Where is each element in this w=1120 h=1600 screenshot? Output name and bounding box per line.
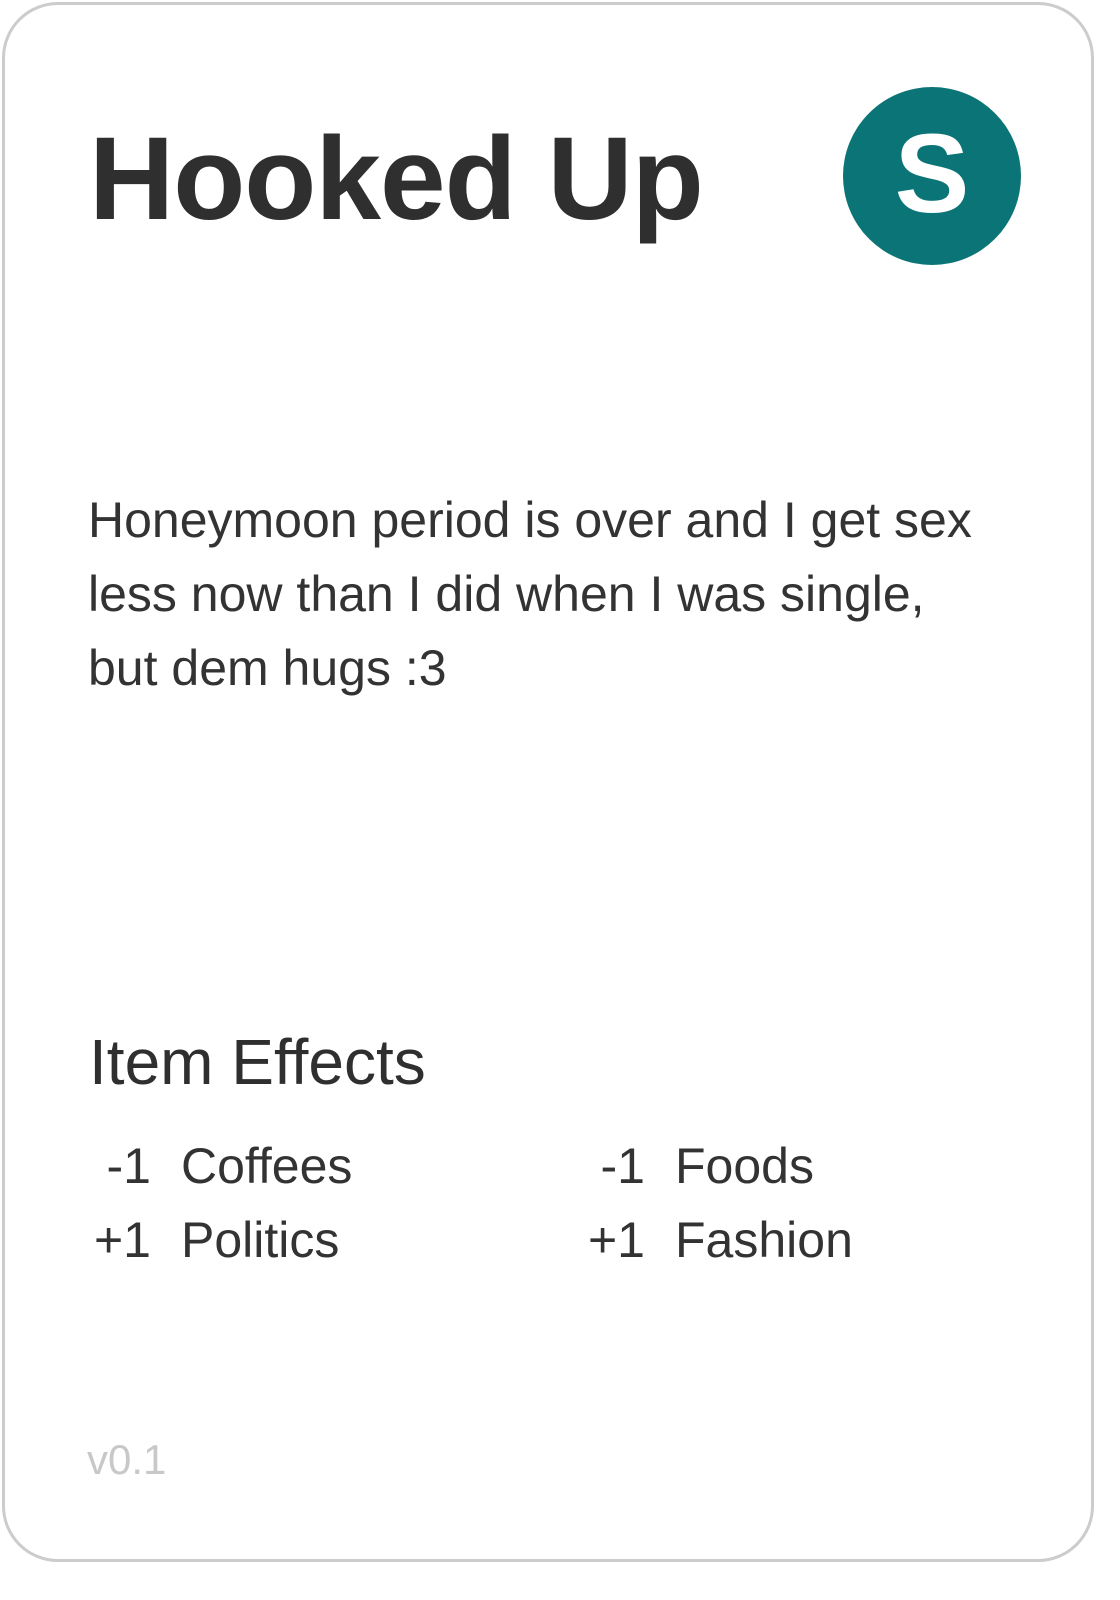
effect-label: Politics [181,1212,340,1268]
effect-item: -1 Foods [583,1129,989,1203]
item-effects-heading: Item Effects [89,1026,426,1098]
effect-label: Foods [675,1138,814,1194]
effect-label: Coffees [181,1138,353,1194]
version-label: v0.1 [87,1436,167,1483]
effect-value: -1 [600,1138,645,1194]
card-title: Hooked Up [89,113,704,245]
effect-item: -1 Coffees [89,1129,583,1203]
card-description: Honeymoon period is over and I get sex l… [88,492,972,696]
item-effects-list: -1 Coffees -1 Foods +1 Politics +1 Fashi… [89,1129,989,1277]
effect-value: -1 [106,1138,151,1194]
effect-item: +1 Politics [89,1203,583,1277]
badge-letter: S [894,111,970,236]
card: Hooked Up S Honeymoon period is over and… [2,2,1094,1562]
effect-value: +1 [587,1212,645,1268]
effect-value: +1 [93,1212,151,1268]
category-badge: S [843,87,1021,265]
effect-label: Fashion [675,1212,853,1268]
effect-item: +1 Fashion [583,1203,989,1277]
